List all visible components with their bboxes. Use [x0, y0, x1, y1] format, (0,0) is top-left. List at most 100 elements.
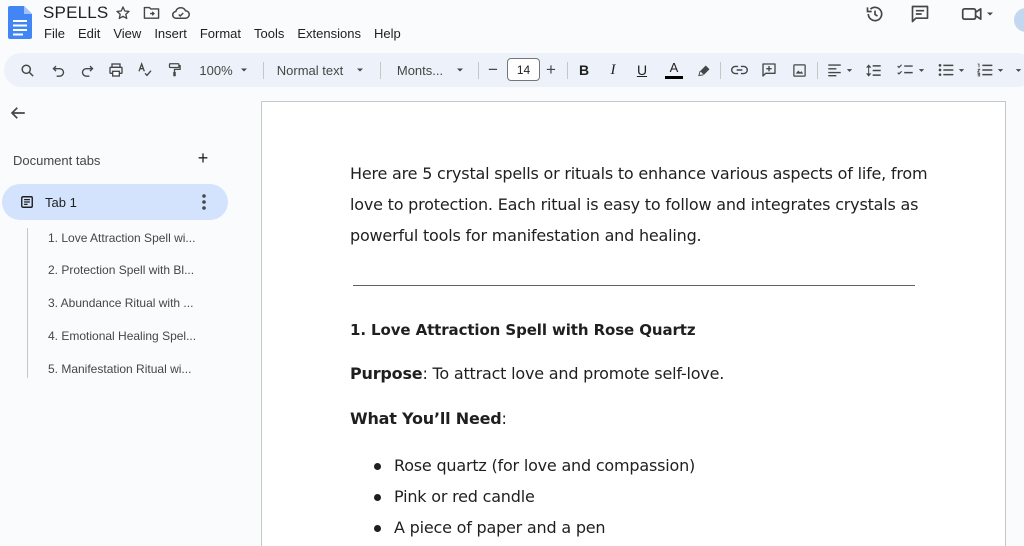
- toolbar-divider: [720, 62, 721, 79]
- align-select[interactable]: [824, 53, 856, 87]
- move-to-folder-icon[interactable]: [141, 2, 162, 23]
- list-item[interactable]: A piece of paper and a pen: [350, 518, 695, 546]
- menu-insert[interactable]: Insert: [154, 26, 187, 41]
- list-item-text: A piece of paper and a pen: [394, 518, 606, 537]
- menu-extensions[interactable]: Extensions: [297, 26, 361, 41]
- chevron-down-icon: [958, 68, 965, 72]
- zoom-select[interactable]: 100%: [194, 53, 254, 87]
- bulleted-list-select[interactable]: [935, 53, 969, 87]
- document-page[interactable]: Here are 5 crystal spells or rituals to …: [261, 101, 1006, 546]
- video-camera-icon: [961, 8, 982, 20]
- paragraph-style-value: Normal text: [276, 62, 344, 78]
- document-body[interactable]: Here are 5 crystal spells or rituals to …: [350, 158, 930, 537]
- underline-button[interactable]: U: [633, 53, 651, 87]
- list-item[interactable]: Pink or red candle: [350, 487, 695, 518]
- outline-item[interactable]: 5. Manifestation Ritual wi...: [48, 362, 191, 376]
- horizontal-rule: [353, 285, 915, 286]
- undo-icon[interactable]: [47, 53, 69, 87]
- needs-colon: :: [501, 409, 507, 428]
- font-select[interactable]: Monts...: [392, 53, 470, 87]
- toolbar-divider: [567, 62, 568, 79]
- docs-logo-icon[interactable]: [8, 6, 32, 39]
- bulleted-list-icon: [938, 64, 954, 76]
- toolbar: 100% Normal text Monts... − 14 + B I U A: [4, 53, 1024, 87]
- star-icon[interactable]: [112, 2, 133, 23]
- toolbar-divider: [817, 62, 818, 79]
- needs-paragraph[interactable]: What You’ll Need:: [350, 409, 507, 428]
- text-color-button[interactable]: A: [662, 53, 686, 87]
- supplies-list: Rose quartz (for love and compassion) Pi…: [350, 456, 695, 546]
- toolbar-divider: [380, 62, 381, 79]
- chevron-down-icon: [987, 12, 993, 16]
- toolbar-divider: [263, 62, 264, 79]
- cloud-saved-icon[interactable]: [170, 2, 191, 23]
- zoom-value: 100%: [199, 62, 233, 78]
- search-menus-icon[interactable]: [16, 53, 38, 87]
- outline-item[interactable]: 2. Protection Spell with Bl...: [48, 263, 194, 277]
- purpose-text: : To attract love and promote self-love.: [422, 364, 725, 383]
- numbered-list-select[interactable]: [974, 53, 1008, 87]
- version-history-icon[interactable]: [863, 0, 887, 28]
- menu-help[interactable]: Help: [374, 26, 401, 41]
- more-toolbar-chevron-icon[interactable]: [1012, 53, 1024, 87]
- checklist-icon: [896, 64, 913, 75]
- bullet-icon: [374, 525, 381, 532]
- list-item[interactable]: Rose quartz (for love and compassion): [350, 456, 695, 487]
- font-value: Monts...: [396, 62, 444, 78]
- menu-view[interactable]: View: [113, 26, 141, 41]
- bullet-icon: [374, 463, 381, 470]
- redo-icon[interactable]: [76, 53, 98, 87]
- checklist-select[interactable]: [892, 53, 930, 87]
- bold-button[interactable]: B: [575, 53, 593, 87]
- back-arrow-icon[interactable]: [9, 104, 29, 124]
- menu-format[interactable]: Format: [200, 26, 241, 41]
- add-tab-button[interactable]: +: [195, 149, 211, 167]
- chevron-down-icon: [357, 68, 364, 72]
- list-item-text: Rose quartz (for love and compassion): [394, 456, 696, 475]
- menu-bar: File Edit View Insert Format Tools Exten…: [44, 26, 414, 41]
- insert-image-icon[interactable]: [788, 53, 810, 87]
- add-comment-icon[interactable]: [758, 53, 780, 87]
- title-bar: SPELLS File Edit View Insert Format Tool…: [0, 0, 1024, 50]
- intro-paragraph[interactable]: Here are 5 crystal spells or rituals to …: [350, 158, 930, 251]
- align-left-icon: [827, 64, 841, 77]
- chevron-down-icon: [240, 68, 247, 72]
- text-color-letter: A: [669, 60, 679, 75]
- purpose-paragraph[interactable]: Purpose: To attract love and promote sel…: [350, 364, 724, 383]
- chevron-down-icon: [918, 68, 924, 72]
- chevron-down-icon: [846, 68, 852, 72]
- comments-icon[interactable]: [908, 0, 932, 28]
- menu-tools[interactable]: Tools: [254, 26, 284, 41]
- paint-format-icon[interactable]: [163, 53, 185, 87]
- purpose-label: Purpose: [350, 364, 423, 383]
- document-tabs-heading: Document tabs: [13, 153, 101, 168]
- paragraph-style-select[interactable]: Normal text: [272, 53, 370, 87]
- avatar[interactable]: [1014, 8, 1024, 32]
- outline-item[interactable]: 3. Abundance Ritual with ...: [48, 296, 193, 310]
- highlight-color-icon[interactable]: [694, 53, 714, 87]
- tab-label: Tab 1: [45, 195, 77, 210]
- chevron-down-icon: [457, 68, 464, 72]
- line-spacing-icon[interactable]: [863, 53, 885, 87]
- outline-item[interactable]: 4. Emotional Healing Spel...: [48, 329, 196, 343]
- more-vert-icon[interactable]: [196, 192, 212, 212]
- document-title[interactable]: SPELLS: [43, 3, 108, 23]
- outline-item[interactable]: 1. Love Attraction Spell wi...: [48, 231, 195, 245]
- increase-font-size-button[interactable]: +: [542, 53, 560, 87]
- decrease-font-size-button[interactable]: −: [484, 53, 502, 87]
- menu-file[interactable]: File: [44, 26, 65, 41]
- list-item-text: Pink or red candle: [394, 487, 535, 506]
- tab-item-tab-1[interactable]: Tab 1: [2, 184, 228, 220]
- menu-edit[interactable]: Edit: [78, 26, 100, 41]
- meet-button[interactable]: [957, 0, 999, 28]
- section-heading[interactable]: 1. Love Attraction Spell with Rose Quart…: [350, 321, 696, 339]
- italic-button[interactable]: I: [604, 53, 622, 87]
- bullet-icon: [374, 494, 381, 501]
- outline-guide-line: [27, 228, 28, 378]
- insert-link-icon[interactable]: [728, 53, 750, 87]
- font-size-input[interactable]: 14: [507, 58, 540, 81]
- print-icon[interactable]: [105, 53, 127, 87]
- spellcheck-icon[interactable]: [134, 53, 156, 87]
- document-tabs-sidebar: Document tabs + Tab 1 1. Love Attraction…: [0, 90, 240, 546]
- numbered-list-icon: [977, 63, 993, 77]
